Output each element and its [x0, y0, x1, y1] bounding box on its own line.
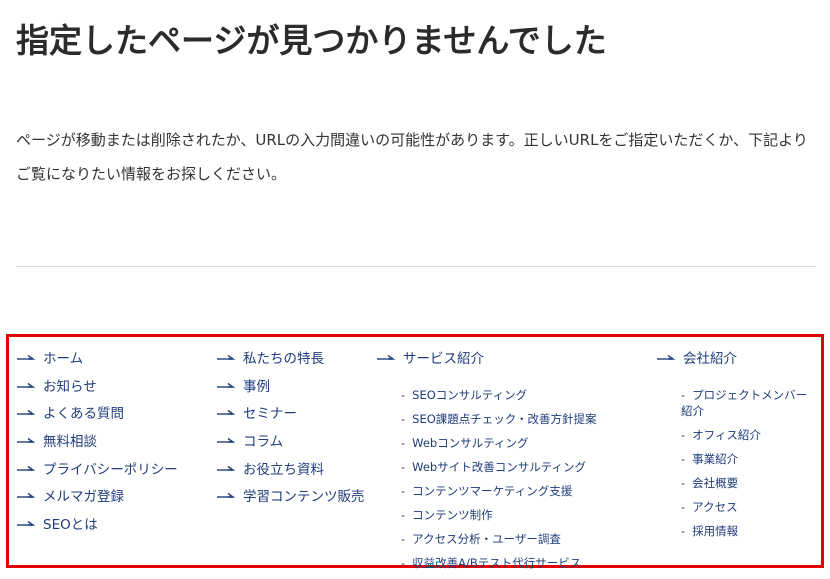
- nav-link[interactable]: プライバシーポリシー: [17, 461, 178, 489]
- nav-link-label: 無料相談: [43, 434, 97, 451]
- sitemap-column-1: ホームお知らせよくある質問 無料相談プライバシーポリシー メルマガ登録 SEOとは: [17, 350, 178, 544]
- dash-icon: -: [681, 387, 686, 402]
- sub-nav-link[interactable]: - Webコンサルティング: [401, 435, 597, 451]
- right-arrow-icon: [377, 350, 396, 362]
- right-arrow-icon: [217, 405, 236, 417]
- right-arrow-icon: [17, 378, 36, 390]
- sub-nav-label: Webサイト改善コンサルティング: [412, 459, 587, 474]
- sitemap-column-2: 私たちの特長 事例セミナーコラムお役立ち資料学習コンテンツ販売: [217, 350, 365, 516]
- sub-nav-link[interactable]: - 事業紹介: [681, 451, 815, 467]
- sub-nav-link[interactable]: - コンテンツマーケティング支援: [401, 483, 597, 499]
- sub-nav-link[interactable]: - SEO課題点チェック・改善方針提案: [401, 411, 597, 427]
- nav-link-label: 私たちの特長: [243, 351, 324, 367]
- nav-link[interactable]: 学習コンテンツ販売: [217, 488, 365, 516]
- sitemap-list: 私たちの特長 事例セミナーコラムお役立ち資料学習コンテンツ販売: [217, 350, 365, 516]
- nav-link[interactable]: お役立ち資料: [217, 461, 365, 489]
- nav-link-label: セミナー: [243, 406, 297, 423]
- sub-nav-link[interactable]: - 会社概要: [681, 475, 815, 491]
- page-message: ページが移動または削除されたか、URLの入力間違いの可能性があります。正しいUR…: [16, 131, 808, 183]
- nav-link-label: ホーム: [43, 351, 84, 367]
- sub-nav-link[interactable]: - 収益改善A/Bテスト代行サービス: [401, 555, 597, 571]
- right-arrow-icon: [17, 488, 36, 500]
- dash-icon: -: [681, 451, 686, 466]
- nav-link[interactable]: メルマガ登録: [17, 488, 178, 516]
- sub-nav-label: SEOコンサルティング: [412, 387, 528, 402]
- nav-link-services[interactable]: サービス紹介: [377, 350, 597, 378]
- sub-nav-label: SEO課題点チェック・改善方針提案: [412, 411, 597, 426]
- right-arrow-icon: [17, 405, 36, 417]
- right-arrow-icon: [217, 433, 236, 445]
- nav-link[interactable]: コラム: [217, 433, 365, 461]
- nav-link[interactable]: よくある質問: [17, 405, 178, 433]
- sub-nav-label: コンテンツ制作: [412, 507, 493, 522]
- nav-link[interactable]: SEOとは: [17, 516, 178, 544]
- right-arrow-icon: [217, 461, 236, 473]
- sub-nav-link[interactable]: - アクセス: [681, 499, 815, 515]
- nav-link[interactable]: 私たちの特長: [217, 350, 365, 378]
- right-arrow-icon: [17, 461, 36, 473]
- right-arrow-icon: [17, 433, 36, 445]
- sub-nav-label: 会社概要: [692, 475, 739, 490]
- nav-link-label: お知らせ: [43, 378, 97, 395]
- nav-link[interactable]: 事例: [217, 378, 365, 406]
- sub-nav-label: Webコンサルティング: [412, 435, 529, 450]
- sub-nav-label: アクセス分析・ユーザー調査: [412, 531, 561, 546]
- sub-nav-link[interactable]: - Webサイト改善コンサルティング: [401, 459, 597, 475]
- sub-nav-link[interactable]: - SEOコンサルティング: [401, 387, 597, 403]
- dash-icon: -: [401, 483, 406, 498]
- dash-icon: -: [681, 523, 686, 538]
- company-sub-list: - プロジェクトメンバー紹介 - オフィス紹介 - 事業紹介 - 会社概要 - アクセス - 採用情報: [657, 387, 815, 539]
- sub-nav-label: 採用情報: [692, 523, 739, 538]
- nav-link-label: 会社紹介: [683, 351, 737, 367]
- right-arrow-icon: [17, 516, 36, 528]
- sub-nav-link[interactable]: - オフィス紹介: [681, 427, 815, 443]
- sub-nav-label: アクセス: [692, 499, 738, 514]
- services-sub-list: - SEOコンサルティング - SEO課題点チェック・改善方針提案 - Webコンサルティ…: [377, 387, 597, 571]
- dash-icon: -: [401, 411, 406, 426]
- sub-nav-label: 事業紹介: [692, 451, 739, 466]
- sub-nav-label: コンテンツマーケティング支援: [412, 483, 573, 498]
- nav-link-label: メルマガ登録: [43, 489, 124, 506]
- dash-icon: -: [681, 475, 686, 490]
- sub-nav-link[interactable]: - プロジェクトメンバー紹介: [681, 387, 815, 419]
- nav-link-label: SEOとは: [43, 517, 98, 534]
- right-arrow-icon: [17, 350, 36, 362]
- dash-icon: -: [401, 531, 406, 546]
- sitemap-column-company: 会社紹介 - プロジェクトメンバー紹介 - オフィス紹介 - 事業紹介 - 会社概要 - アクセス…: [657, 350, 815, 547]
- sub-nav-link[interactable]: - コンテンツ制作: [401, 507, 597, 523]
- dash-icon: -: [681, 427, 686, 442]
- sub-nav-label: プロジェクトメンバー紹介: [681, 387, 808, 418]
- right-arrow-icon: [217, 350, 236, 362]
- nav-link-label: 学習コンテンツ販売: [243, 489, 365, 506]
- nav-link[interactable]: 無料相談: [17, 433, 178, 461]
- nav-link-label: 事例: [243, 378, 270, 395]
- dash-icon: -: [401, 459, 406, 474]
- dash-icon: -: [401, 387, 406, 402]
- nav-link[interactable]: ホーム: [17, 350, 178, 378]
- sitemap-list: ホームお知らせよくある質問 無料相談プライバシーポリシー メルマガ登録 SEOとは: [17, 350, 178, 544]
- right-arrow-icon: [657, 350, 676, 362]
- right-arrow-icon: [217, 378, 236, 390]
- page-title: 指定したページが見つかりませんでした: [16, 21, 607, 60]
- nav-link[interactable]: セミナー: [217, 405, 365, 433]
- sitemap-column-services: サービス紹介 - SEOコンサルティング - SEO課題点チェック・改善方針提案 - We…: [377, 350, 597, 579]
- nav-link-label: サービス紹介: [403, 351, 484, 367]
- nav-link-label: プライバシーポリシー: [43, 461, 178, 478]
- sitemap-nav: ホームお知らせよくある質問 無料相談プライバシーポリシー メルマガ登録 SEOとは 私…: [6, 334, 824, 570]
- nav-link-label: お役立ち資料: [243, 461, 324, 478]
- divider: [16, 266, 816, 267]
- nav-link-label: コラム: [243, 434, 284, 451]
- dash-icon: -: [401, 435, 406, 450]
- sub-nav-link[interactable]: - 採用情報: [681, 523, 815, 539]
- right-arrow-icon: [217, 488, 236, 500]
- nav-link-label: よくある質問: [43, 406, 124, 423]
- nav-link-company[interactable]: 会社紹介: [657, 350, 815, 378]
- sub-nav-link[interactable]: - アクセス分析・ユーザー調査: [401, 531, 597, 547]
- dash-icon: -: [401, 507, 406, 522]
- nav-link[interactable]: お知らせ: [17, 378, 178, 406]
- sub-nav-label: オフィス紹介: [692, 427, 761, 442]
- dash-icon: -: [681, 499, 686, 514]
